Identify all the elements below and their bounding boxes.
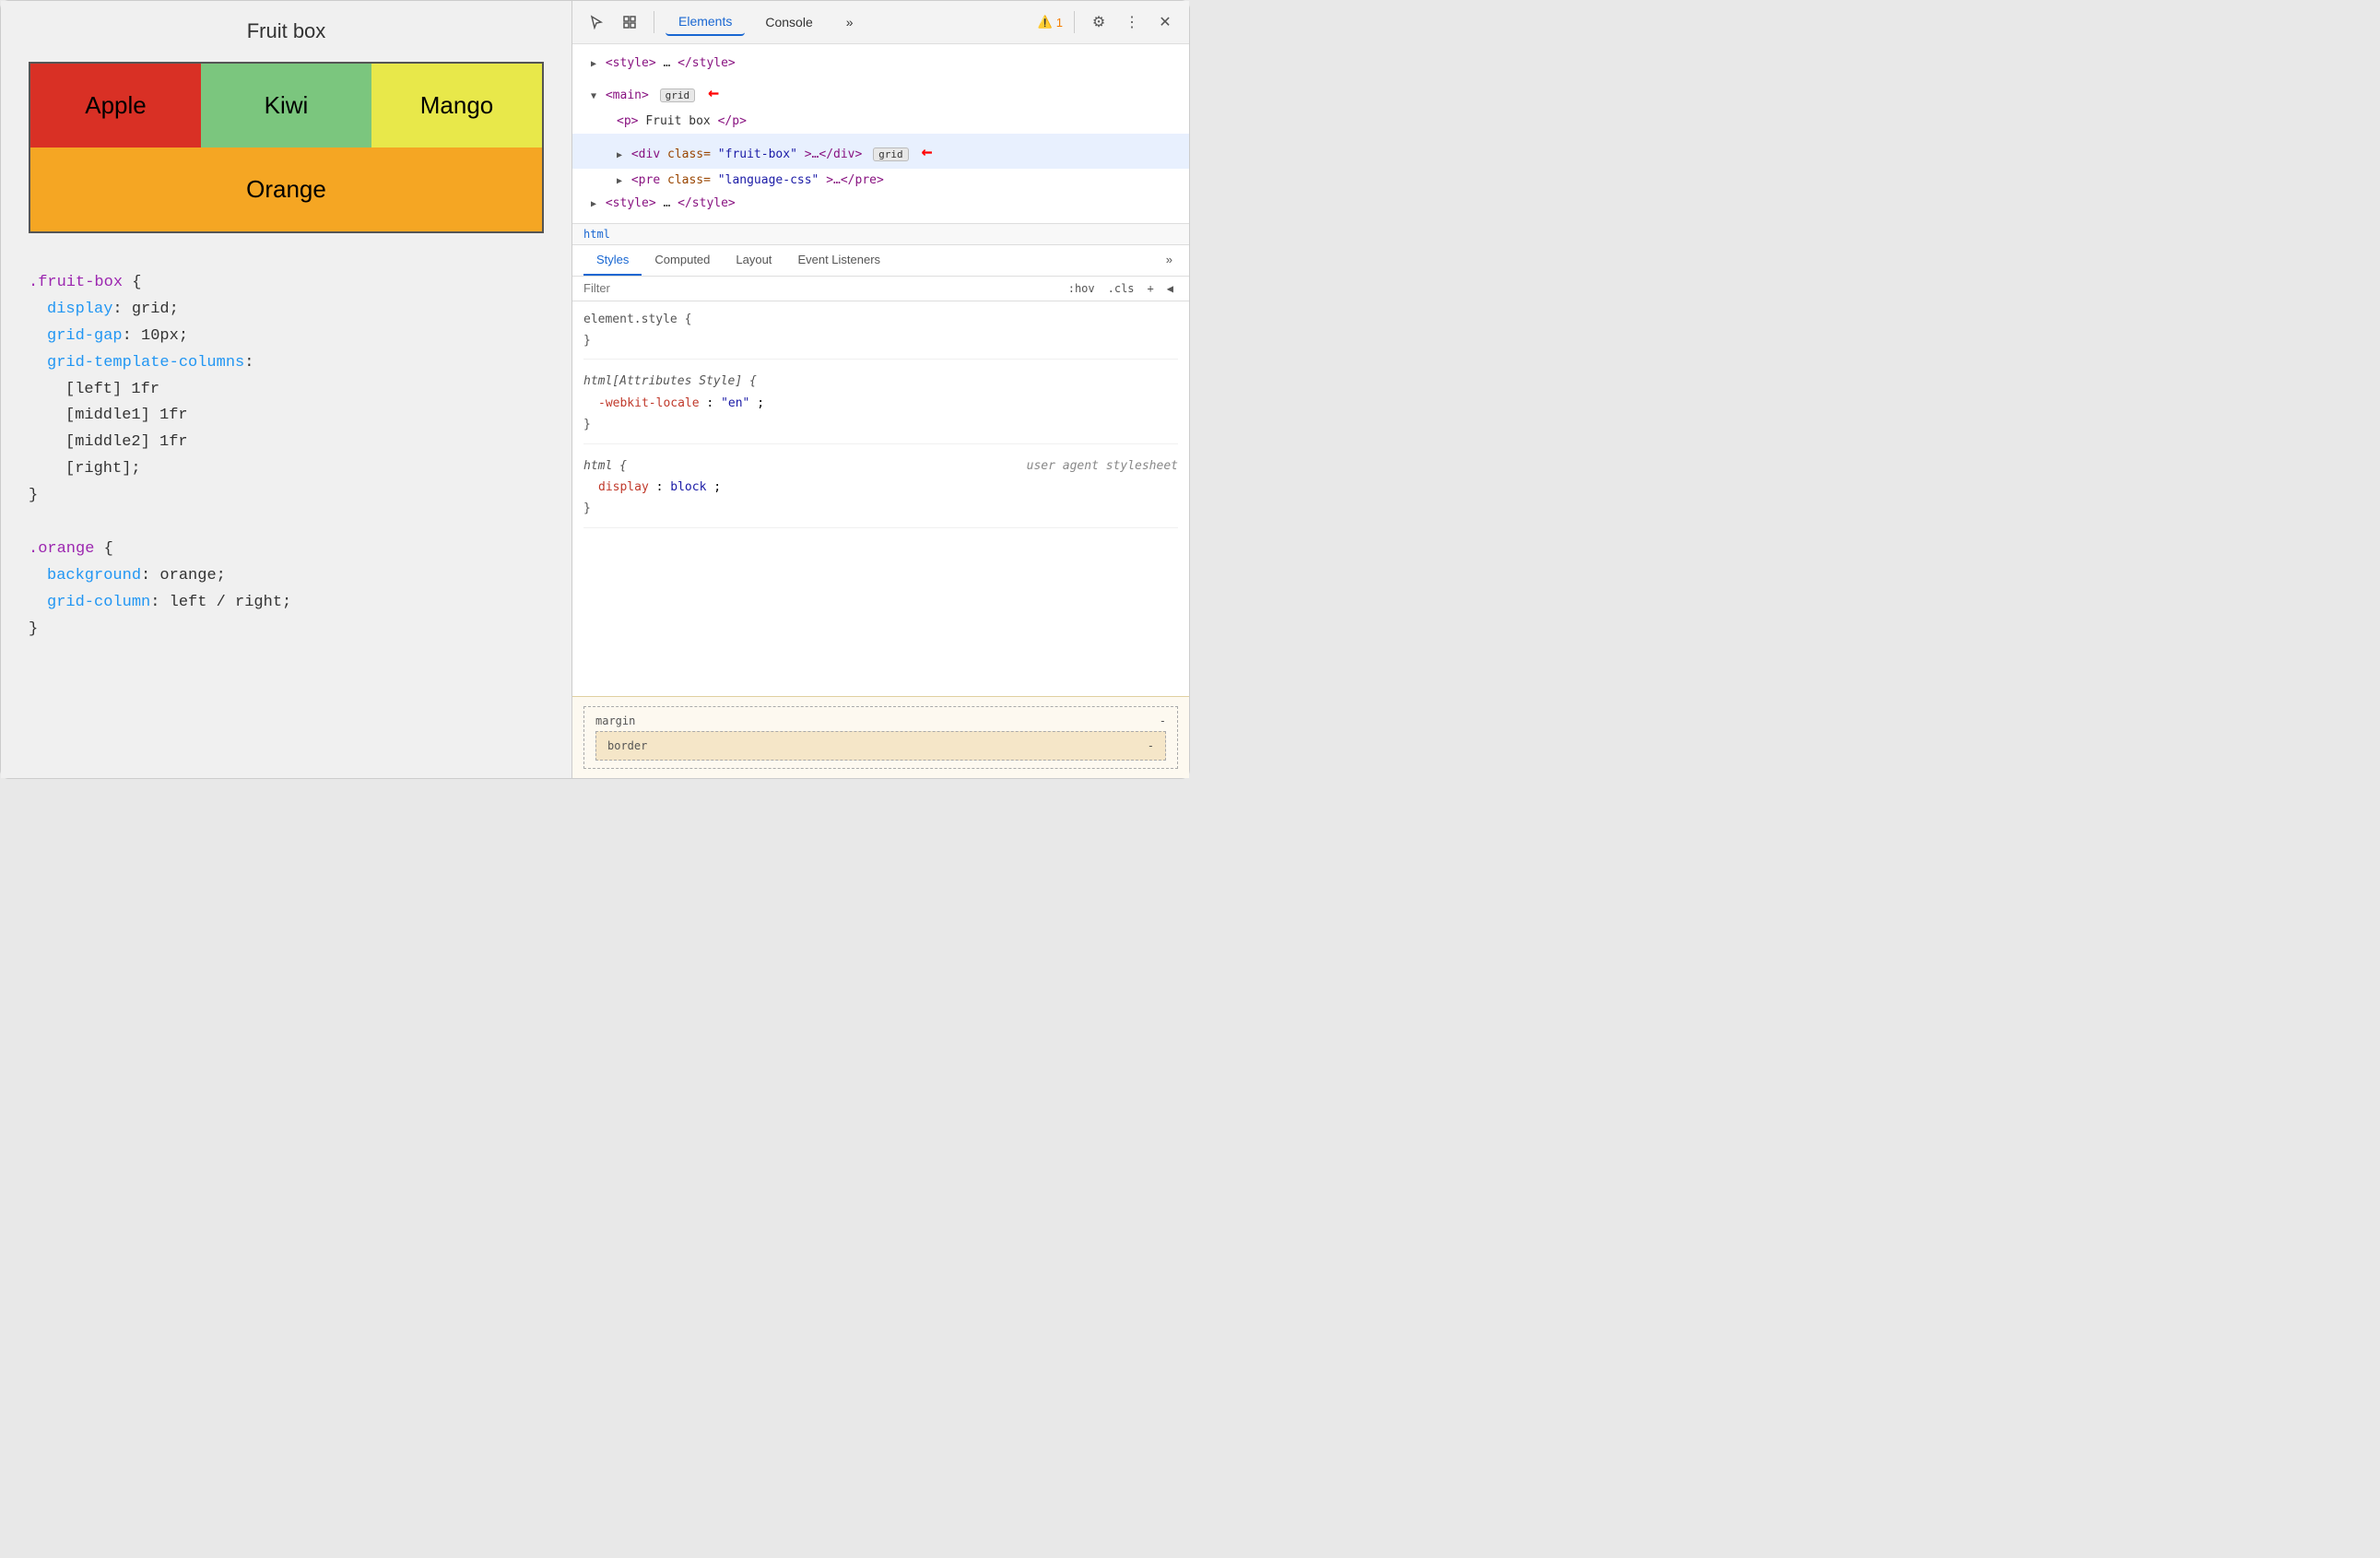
html-breadcrumb[interactable]: html (572, 224, 1189, 245)
styles-tabs: Styles Computed Layout Event Listeners » (572, 245, 1189, 277)
settings-icon[interactable]: ⚙ (1086, 9, 1112, 35)
box-model-area: margin - border - (572, 696, 1189, 778)
red-arrow-main: ← (708, 81, 719, 103)
fruit-orange: Orange (30, 148, 542, 231)
fruit-grid: Apple Kiwi Mango Orange (29, 62, 544, 233)
box-margin-row: margin - (595, 714, 1166, 727)
inspect-box-icon[interactable] (617, 9, 642, 35)
box-model-inner: border - (595, 731, 1166, 761)
filter-bar: :hov .cls + ◀ (572, 277, 1189, 301)
hov-button[interactable]: :hov (1064, 280, 1100, 297)
code-block: .fruit-box { display: grid; grid-gap: 10… (29, 261, 544, 652)
toggle-sidebar-button[interactable]: ◀ (1162, 280, 1178, 297)
dom-line-main[interactable]: ▼ <main> grid ← (572, 75, 1189, 110)
devtools-toolbar: Elements Console » ⚠️ 1 ⚙ ⋮ ✕ (572, 1, 1189, 44)
filter-input[interactable] (583, 281, 1058, 295)
toolbar-divider-2 (1074, 11, 1075, 33)
box-model-outer: margin - border - (583, 706, 1178, 769)
red-arrow-div: ← (922, 140, 933, 162)
dom-triangle-main[interactable]: ▼ (591, 91, 596, 101)
css-rule-html-ua: html { user agent stylesheet display : b… (583, 455, 1178, 528)
tab-console[interactable]: Console (752, 9, 825, 35)
tab-computed[interactable]: Computed (642, 245, 723, 276)
devtools-panel: Elements Console » ⚠️ 1 ⚙ ⋮ ✕ ▶ <style> … (572, 1, 1189, 778)
dom-badge-grid: grid (660, 89, 696, 102)
cls-button[interactable]: .cls (1103, 280, 1139, 297)
warning-badge: ⚠️ 1 (1038, 15, 1063, 30)
close-icon[interactable]: ✕ (1152, 9, 1178, 35)
tab-event-listeners[interactable]: Event Listeners (784, 245, 893, 276)
more-icon[interactable]: ⋮ (1119, 9, 1145, 35)
dom-line-style1[interactable]: ▶ <style> … </style> (572, 52, 1189, 75)
fruit-apple: Apple (30, 64, 201, 148)
tab-more[interactable]: » (833, 9, 866, 35)
page-title: Fruit box (29, 19, 544, 43)
filter-actions: :hov .cls + ◀ (1064, 280, 1178, 297)
css-rule-html-attr: html[Attributes Style] { -webkit-locale … (583, 371, 1178, 443)
tab-layout[interactable]: Layout (723, 245, 784, 276)
dom-line-p[interactable]: <p> Fruit box </p> (572, 110, 1189, 133)
tab-more-styles[interactable]: » (1161, 245, 1178, 276)
dom-triangle-style2[interactable]: ▶ (591, 199, 596, 209)
box-border-row: border - (607, 739, 1154, 752)
dom-badge-grid2: grid (873, 148, 909, 161)
tab-styles[interactable]: Styles (583, 245, 642, 276)
dom-tree: ▶ <style> … </style> ▼ <main> grid ← <p>… (572, 44, 1189, 224)
tab-elements[interactable]: Elements (666, 8, 745, 36)
css-rule-element-style: element.style { } (583, 309, 1178, 360)
css-rules: element.style { } html[Attributes Style]… (572, 301, 1189, 696)
dom-triangle[interactable]: ▶ (591, 59, 596, 69)
fruit-mango: Mango (371, 64, 542, 148)
dom-line-style2[interactable]: ▶ <style> … </style> (572, 192, 1189, 215)
warning-count: 1 (1056, 16, 1063, 30)
add-rule-button[interactable]: + (1143, 280, 1159, 297)
left-panel: Fruit box Apple Kiwi Mango Orange .fruit… (1, 1, 572, 778)
cursor-icon[interactable] (583, 9, 609, 35)
dom-line-pre[interactable]: ▶ <pre class= "language-css" >…</pre> (572, 169, 1189, 192)
warning-icon: ⚠️ (1038, 15, 1053, 30)
dom-triangle-div[interactable]: ▶ (617, 150, 622, 160)
dom-triangle-pre[interactable]: ▶ (617, 176, 622, 186)
fruit-kiwi: Kiwi (201, 64, 371, 148)
dom-line-div-fruitbox[interactable]: ▶ <div class= "fruit-box" >…</div> grid … (572, 134, 1189, 169)
